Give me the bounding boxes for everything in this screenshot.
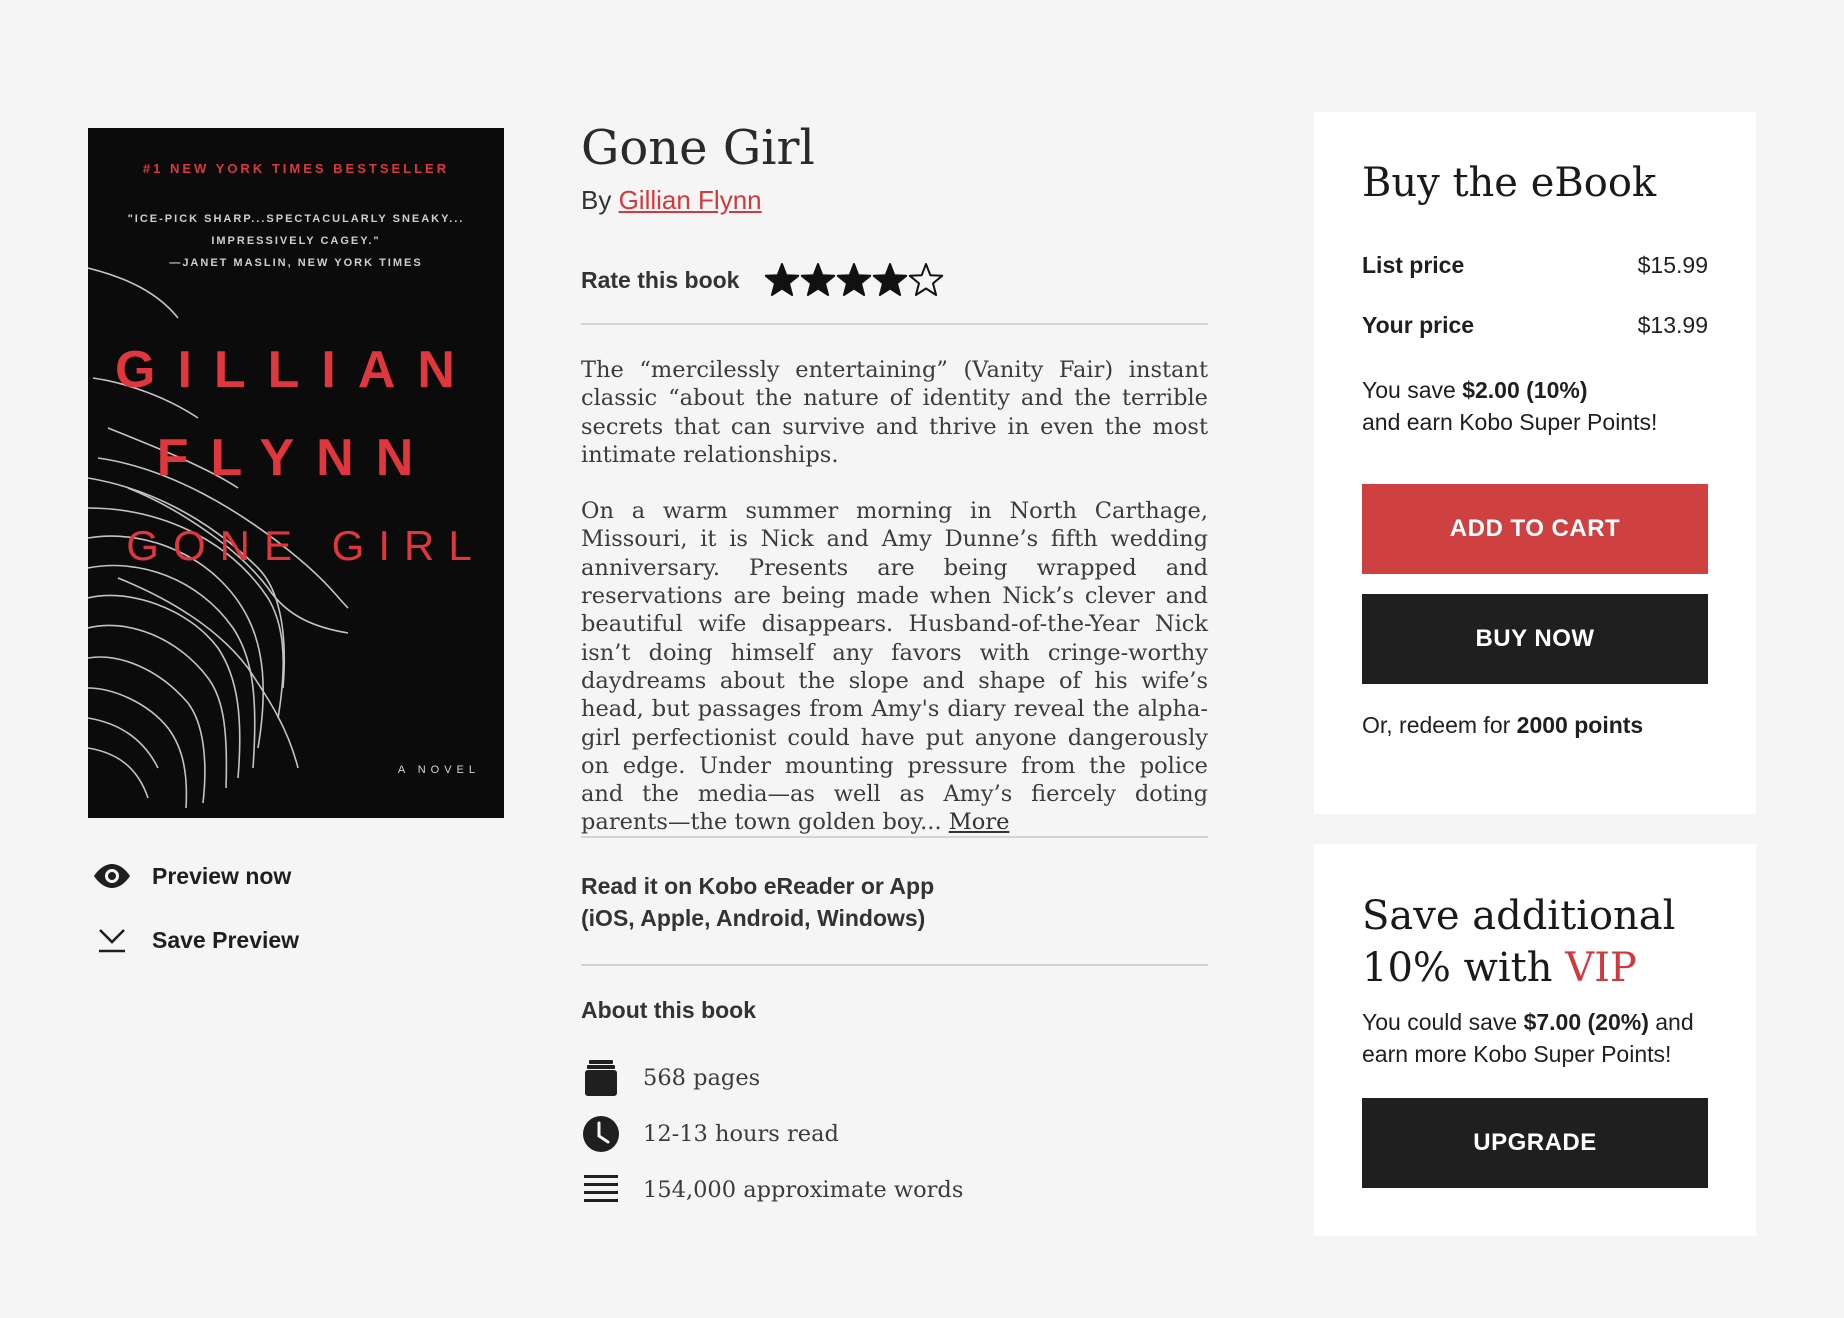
- description-paragraph-1: The “mercilessly entertaining” (Vanity F…: [581, 357, 1208, 468]
- cover-banner: #1 NEW YORK TIMES BESTSELLER: [142, 161, 450, 176]
- your-price-row: Your price $13.99: [1362, 312, 1708, 339]
- cover-author-last: FLYNN: [156, 429, 436, 487]
- star-filled-icon[interactable]: [764, 262, 800, 298]
- list-price-value: $15.99: [1637, 252, 1708, 278]
- redeem-points: 2000 points: [1516, 712, 1644, 738]
- author-link[interactable]: Gillian Flynn: [619, 185, 762, 215]
- star-empty-icon[interactable]: [908, 262, 944, 298]
- byline: By Gillian Flynn: [581, 185, 762, 216]
- read-on-line1: Read it on Kobo eReader or App: [581, 873, 935, 899]
- cover-quote: "ICE-PICK SHARP...SPECTACULARLY SNEAKY..…: [88, 208, 504, 274]
- read-on-devices: Read it on Kobo eReader or App (iOS, App…: [581, 870, 934, 934]
- vip-heading-line2: 10% with: [1362, 945, 1553, 991]
- list-price-label: List price: [1362, 252, 1465, 278]
- divider: [581, 323, 1208, 325]
- vip-save-amount: $7.00 (20%): [1523, 1009, 1649, 1035]
- save-prefix: You save: [1362, 377, 1456, 403]
- word-count-fact: 154,000 approximate words: [581, 1170, 963, 1210]
- save-suffix: and earn Kobo Super Points!: [1362, 409, 1658, 435]
- reading-time-fact: 12-13 hours read: [581, 1114, 839, 1154]
- more-link[interactable]: More: [949, 809, 1010, 835]
- description-paragraph-2: On a warm summer morning in North Cartha…: [581, 498, 1208, 836]
- buy-now-button[interactable]: BUY NOW: [1362, 594, 1708, 684]
- rate-label: Rate this book: [581, 266, 740, 293]
- book-title: Gone Girl: [581, 120, 815, 176]
- vip-text-prefix: You could save: [1362, 1009, 1518, 1035]
- vip-heading-line1: Save additional: [1362, 893, 1676, 939]
- book-description: The “mercilessly entertaining” (Vanity F…: [581, 356, 1208, 865]
- star-filled-icon[interactable]: [872, 262, 908, 298]
- cover-quote-line1: "ICE-PICK SHARP...SPECTACULARLY SNEAKY..…: [127, 213, 465, 225]
- save-amount: $2.00 (10%): [1462, 377, 1588, 403]
- cover-quote-line2: IMPRESSIVELY CAGEY.": [211, 235, 381, 247]
- book-cover[interactable]: #1 NEW YORK TIMES BESTSELLER "ICE-PICK S…: [88, 128, 504, 818]
- cover-quote-line3: —JANET MASLIN, NEW YORK TIMES: [169, 257, 423, 269]
- star-filled-icon[interactable]: [836, 262, 872, 298]
- reading-time: 12-13 hours read: [643, 1121, 839, 1147]
- buy-heading: Buy the eBook: [1362, 160, 1657, 206]
- list-price-row: List price $15.99: [1362, 252, 1708, 279]
- pages-fact: 568 pages: [581, 1058, 760, 1098]
- lines-icon: [581, 1170, 621, 1210]
- preview-now-link[interactable]: Preview now: [92, 860, 291, 892]
- vip-highlight: VIP: [1565, 945, 1637, 991]
- vip-text: You could save $7.00 (20%) and earn more…: [1362, 1006, 1722, 1070]
- preview-now-label: Preview now: [152, 862, 292, 889]
- buy-panel: Buy the eBook List price $15.99 Your pri…: [1314, 112, 1756, 814]
- your-price-label: Your price: [1362, 312, 1475, 338]
- your-price-value: $13.99: [1637, 312, 1708, 338]
- vip-heading: Save additional 10% with VIP: [1362, 890, 1675, 994]
- rating-row: Rate this book: [581, 262, 944, 298]
- savings-text: You save $2.00 (10%) and earn Kobo Super…: [1362, 374, 1657, 438]
- pages-count: 568 pages: [643, 1065, 761, 1091]
- star-filled-icon[interactable]: [800, 262, 836, 298]
- cover-title: GONE GIRL: [126, 522, 486, 569]
- redeem-prefix: Or, redeem for: [1362, 712, 1511, 738]
- divider: [581, 836, 1208, 838]
- divider: [581, 964, 1208, 966]
- vip-panel: Save additional 10% with VIP You could s…: [1314, 844, 1756, 1236]
- add-to-cart-button[interactable]: ADD TO CART: [1362, 484, 1708, 574]
- save-preview-label: Save Preview: [152, 926, 300, 953]
- about-heading: About this book: [581, 997, 757, 1023]
- save-preview-link[interactable]: Save Preview: [92, 924, 299, 956]
- read-on-line2: (iOS, Apple, Android, Windows): [581, 905, 926, 931]
- word-count: 154,000 approximate words: [643, 1177, 964, 1203]
- redeem-text: Or, redeem for 2000 points: [1362, 712, 1643, 739]
- cover-author-first: GILLIAN: [115, 341, 477, 399]
- clock-icon: [581, 1114, 621, 1154]
- book-stack-icon: [581, 1058, 621, 1098]
- eye-icon: [92, 860, 132, 892]
- download-icon: [92, 924, 132, 956]
- star-rating[interactable]: [764, 262, 944, 298]
- cover-subtitle: A NOVEL: [397, 764, 480, 776]
- upgrade-button[interactable]: UPGRADE: [1362, 1098, 1708, 1188]
- by-label: By: [581, 185, 612, 215]
